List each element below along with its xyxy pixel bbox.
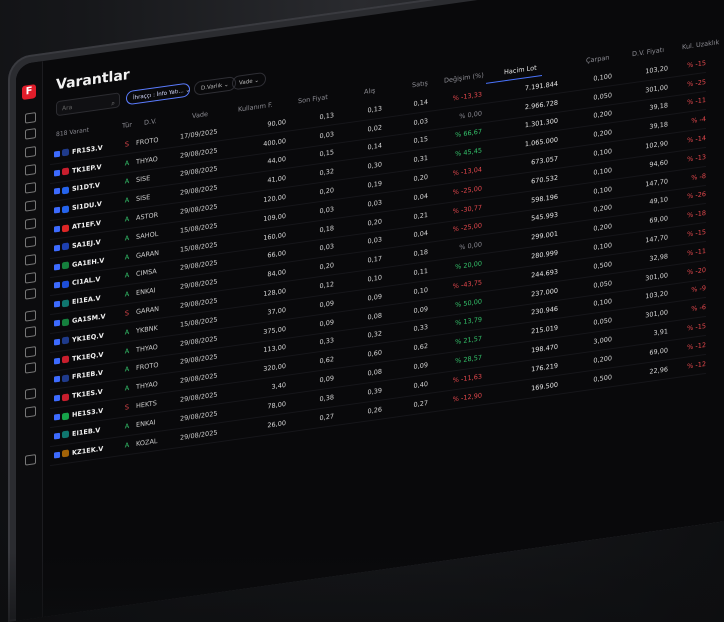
checkbox[interactable] — [54, 376, 60, 383]
col-degisim[interactable]: Değişim (%) — [444, 71, 484, 85]
app-screen: F Varantlar Ara ⌕ İhraççı : İnfo Yatı...… — [16, 0, 724, 621]
checkbox[interactable] — [54, 394, 60, 402]
briefcase-icon[interactable] — [25, 146, 36, 158]
symbol-text: TK1EP.V — [72, 162, 102, 175]
symbol-text: EI1EB.V — [72, 425, 101, 438]
side-rail: F — [16, 61, 43, 621]
symbol-text: FR1S3.V — [72, 143, 103, 156]
col-son-fiyat[interactable]: Son Fiyat — [298, 93, 328, 105]
filter-issuer[interactable]: İhraççı : İnfo Yatı... ⌄ — [126, 82, 190, 106]
app-logo: F — [22, 84, 36, 101]
col-tur[interactable]: Tür — [122, 121, 132, 130]
main-content: Varantlar Ara ⌕ İhraççı : İnfo Yatı... ⌄… — [42, 0, 724, 617]
ticker-logo-icon — [62, 336, 69, 345]
checkbox[interactable] — [54, 244, 60, 252]
news-icon[interactable] — [25, 288, 36, 300]
col-dv[interactable]: D.V. — [144, 117, 157, 127]
symbol-text: EI1EA.V — [72, 294, 101, 307]
checkbox[interactable] — [54, 225, 60, 233]
info-icon[interactable] — [25, 310, 36, 322]
col-kullanim[interactable]: Kullanım F. — [238, 101, 273, 114]
calendar-icon[interactable] — [25, 128, 36, 140]
search-input[interactable]: Ara ⌕ — [56, 92, 120, 117]
ticker-logo-icon — [62, 224, 69, 232]
symbol-text: HE1S3.V — [72, 406, 104, 420]
ticker-logo-icon — [62, 449, 69, 458]
col-vade[interactable]: Vade — [192, 110, 208, 120]
col-dv-fiyati[interactable]: D.V. Fiyatı — [632, 46, 664, 59]
list-icon[interactable] — [25, 182, 36, 194]
ticker-logo-icon — [62, 280, 69, 289]
symbol-text: YK1EQ.V — [72, 331, 104, 344]
warrants-table: FR1S3.V S FROTO 17/09/2025 90,00 0,13 0,13 0,14… — [50, 53, 706, 466]
chart-icon[interactable] — [25, 254, 36, 266]
checkbox[interactable] — [54, 282, 60, 290]
ticker-logo-icon — [62, 355, 69, 364]
symbol-text: CI1AL.V — [72, 275, 101, 288]
search-icon[interactable] — [25, 112, 36, 124]
ticker-logo-icon — [62, 167, 69, 176]
checkbox[interactable] — [54, 206, 60, 214]
ticker-logo-icon — [62, 205, 69, 214]
ticker-logo-icon — [62, 317, 69, 326]
laptop-frame: F Varantlar Ara ⌕ İhraççı : İnfo Yatı...… — [8, 0, 724, 622]
grid-icon[interactable] — [25, 326, 36, 338]
filter-underlying[interactable]: D.Varlık ⌄ — [194, 76, 236, 96]
download-icon[interactable] — [25, 362, 36, 374]
checkbox[interactable] — [54, 188, 60, 196]
symbol-text: SA1EJ.V — [72, 237, 101, 250]
col-alis[interactable]: Alış — [364, 86, 375, 96]
ticker-logo-icon — [62, 186, 69, 195]
ticker-logo-icon — [62, 374, 69, 383]
page-title: Varantlar — [56, 66, 130, 94]
checkbox[interactable] — [54, 357, 60, 365]
checkbox[interactable] — [54, 413, 60, 421]
search-placeholder: Ara — [62, 103, 73, 113]
checkbox[interactable] — [54, 338, 60, 346]
symbol-text: TK1EQ.V — [72, 350, 104, 363]
checkbox[interactable] — [54, 432, 60, 440]
ticker-logo-icon — [62, 261, 69, 270]
symbol-text: FR1EB.V — [72, 369, 103, 382]
ticker-logo-icon — [62, 242, 69, 251]
ticker-logo-icon — [62, 299, 69, 308]
col-satis[interactable]: Satış — [412, 79, 428, 89]
col-hacim[interactable]: Hacim Lot — [504, 64, 537, 77]
symbol-text: GA1EH.V — [72, 256, 105, 269]
layers-icon[interactable] — [25, 164, 36, 176]
ticker-logo-icon — [62, 430, 69, 439]
monitor-icon[interactable] — [25, 218, 36, 230]
search-icon: ⌕ — [111, 98, 115, 108]
symbol-text: SI1DU.V — [72, 200, 102, 213]
checkbox[interactable] — [54, 300, 60, 308]
filter-expiry[interactable]: Vade ⌄ — [232, 71, 266, 91]
cube-icon[interactable] — [25, 236, 36, 248]
col-kul-uzaklik[interactable]: Kul. Uzaklık — [682, 38, 719, 51]
symbol-text: KZ1EK.V — [72, 444, 104, 457]
checkbox[interactable] — [54, 169, 60, 177]
result-count: 818 Varant — [56, 126, 89, 139]
checkbox[interactable] — [54, 263, 60, 271]
document-icon[interactable] — [25, 346, 36, 358]
strike-distance-cell: % -12 — [668, 354, 706, 379]
symbol-text: AT1EF.V — [72, 219, 101, 232]
table-icon[interactable] — [25, 388, 36, 400]
ticker-logo-icon — [62, 411, 69, 420]
clock-icon[interactable] — [25, 406, 36, 418]
ticker-logo-icon — [62, 393, 69, 402]
col-carpan[interactable]: Çarpan — [586, 53, 609, 64]
symbol-text: GA1SM.V — [72, 312, 106, 326]
globe-icon[interactable] — [25, 272, 36, 284]
symbol-text: TK1ES.V — [72, 387, 103, 401]
home-icon[interactable] — [25, 454, 36, 466]
type-cell: A — [118, 434, 136, 456]
checkbox[interactable] — [54, 319, 60, 327]
symbol-text: SI1DT.V — [72, 181, 100, 194]
checkbox[interactable] — [54, 150, 60, 158]
ticker-logo-icon — [62, 148, 69, 157]
binoculars-icon[interactable] — [25, 200, 36, 212]
checkbox[interactable] — [54, 451, 60, 459]
